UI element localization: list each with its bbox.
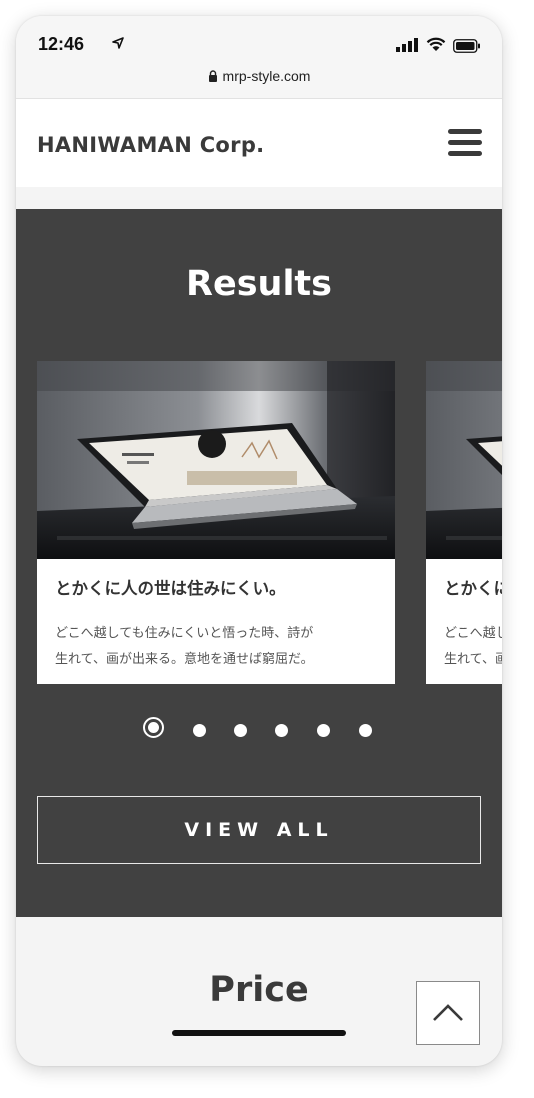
menu-bar (448, 151, 482, 156)
location-arrow-icon (112, 37, 124, 49)
results-title: Results (186, 264, 332, 304)
url-text: mrp-style.com (222, 68, 311, 84)
card-title: とかくに人の世は住みにくい。 (55, 579, 286, 598)
back-to-top-button[interactable] (416, 981, 480, 1045)
pagination-dot[interactable] (317, 724, 330, 737)
card-description: どこへ越しても住みにくいと悟った時、詩が 生れて、画が出来る。意地を通せば窮屈だ… (55, 621, 385, 673)
card-description-line: 生れて、画が出来る。意地を通せば窮屈だ。 (55, 652, 314, 667)
status-time: 12:46 (38, 34, 85, 54)
card-description-line: どこへ越しても住みにくいと悟った時、詩が (444, 626, 502, 641)
signal-icon (396, 38, 418, 52)
pagination-dot[interactable] (359, 724, 372, 737)
section-gap (16, 187, 502, 209)
card-title: とかくに人の世は住みにくい。 (444, 579, 502, 598)
chevron-up-icon (433, 1004, 463, 1021)
view-all-button[interactable]: VIEW ALL (37, 796, 481, 864)
phone-frame: 12:46 mrp-style.com HANIWAMAN Corp. Resu… (16, 16, 502, 1066)
site-logo[interactable]: HANIWAMAN Corp. (37, 133, 264, 157)
lock-icon (208, 70, 217, 82)
home-indicator (172, 1030, 346, 1036)
pagination-dot[interactable] (234, 724, 247, 737)
carousel-pagination (140, 715, 380, 745)
menu-bar (448, 129, 482, 134)
battery-icon (453, 39, 480, 53)
card-description-line: どこへ越しても住みにくいと悟った時、詩が (55, 626, 314, 641)
address-bar[interactable]: mrp-style.com (16, 68, 502, 84)
site-header: HANIWAMAN Corp. (16, 99, 502, 187)
wifi-icon (426, 37, 446, 51)
pagination-dot-active[interactable] (143, 717, 164, 738)
laptop-photo (37, 361, 395, 559)
results-section: Results とかくに人の世は住みにくい。 どこへ越しても住みにくいと悟った時… (16, 209, 502, 917)
result-card[interactable]: とかくに人の世は住みにくい。 どこへ越しても住みにくいと悟った時、詩が 生れて、… (426, 361, 502, 684)
status-bar: 12:46 mrp-style.com (16, 16, 502, 99)
hamburger-menu-icon[interactable] (448, 129, 482, 157)
pagination-dot[interactable] (275, 724, 288, 737)
card-description: どこへ越しても住みにくいと悟った時、詩が 生れて、画が出来る。意地を通せば窮屈だ… (444, 621, 502, 673)
laptop-photo (426, 361, 502, 559)
pagination-dot[interactable] (193, 724, 206, 737)
result-card[interactable]: とかくに人の世は住みにくい。 どこへ越しても住みにくいと悟った時、詩が 生れて、… (37, 361, 395, 684)
card-description-line: 生れて、画が出来る。意地を通せば窮屈だ。 (444, 652, 502, 667)
menu-bar (448, 140, 482, 145)
